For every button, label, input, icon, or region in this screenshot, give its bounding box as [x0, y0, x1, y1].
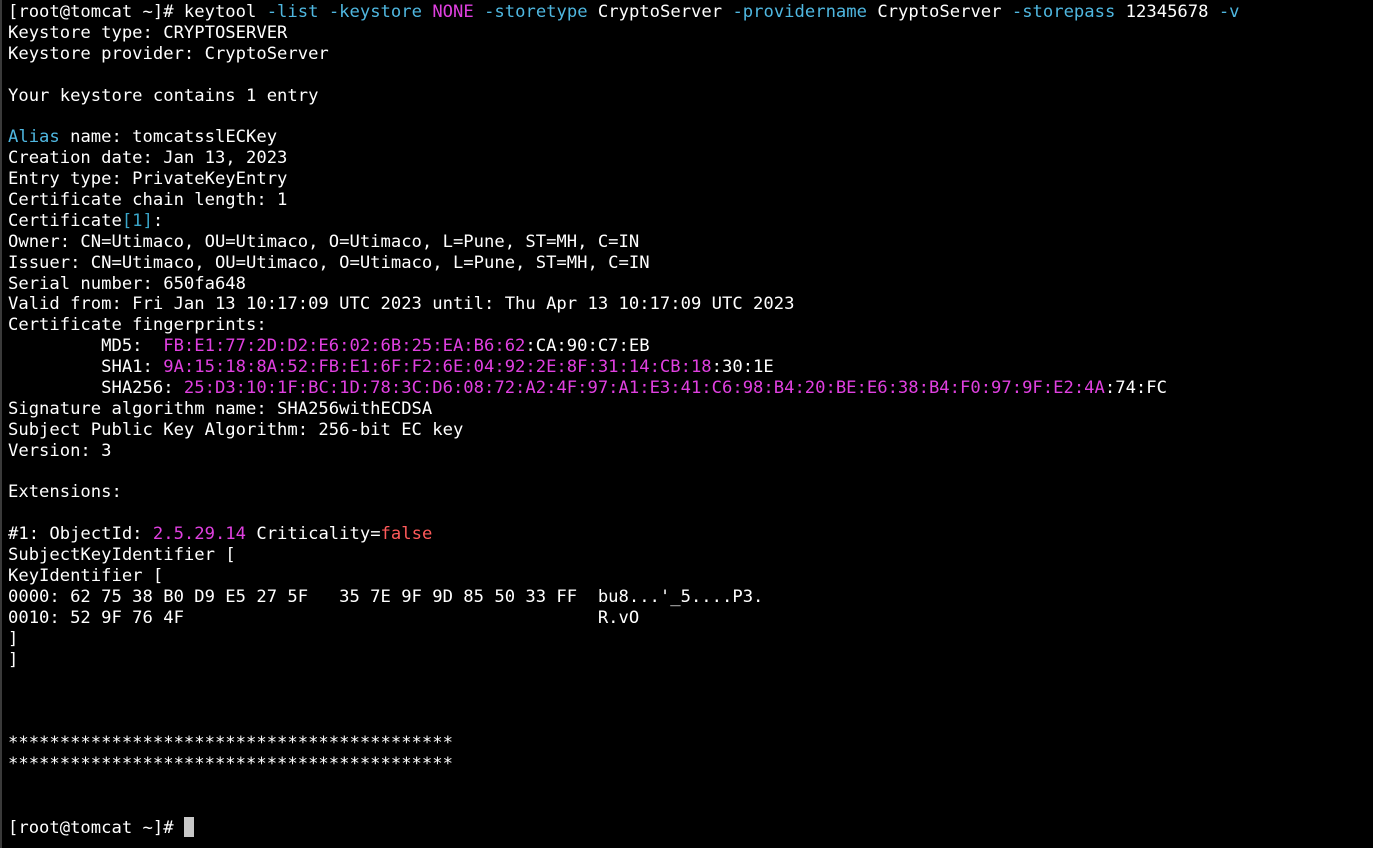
terminal-text: NONE: [432, 2, 474, 22]
terminal-line: ****************************************…: [8, 754, 1373, 775]
terminal-line: Issuer: CN=Utimaco, OU=Utimaco, O=Utimac…: [8, 253, 1373, 274]
terminal-text: Version: 3: [8, 440, 112, 461]
terminal-window[interactable]: [root@tomcat ~]# keytool -list -keystore…: [0, 0, 1373, 848]
text-cursor[interactable]: [183, 816, 194, 837]
terminal-line: Certificate[1]:: [8, 211, 1373, 232]
terminal-text: 9A:15:18:8A:52:FB:E1:6F:F2:6E:04:92:2E:8…: [163, 357, 712, 378]
terminal-line: SHA256: 25:D3:10:1F:BC:1D:78:3C:D6:08:72…: [8, 378, 1373, 399]
terminal-text: SubjectKeyIdentifier [: [8, 545, 236, 566]
prompt-line: [root@tomcat ~]#: [8, 816, 1373, 838]
terminal-text: 12345678: [1115, 2, 1219, 22]
terminal-line: ]: [8, 629, 1373, 650]
terminal-text: MD5:: [8, 336, 164, 357]
terminal-text: [1]: [121, 210, 153, 231]
terminal-text: FB:E1:77:2D:D2:E6:02:6B:25:EA:B6:62: [163, 336, 526, 357]
terminal-text: Signature algorithm name: SHA256withECDS…: [8, 398, 433, 419]
terminal-text: -v: [1218, 2, 1240, 22]
terminal-text: Extensions:: [8, 482, 122, 503]
terminal-text: 25:D3:10:1F:BC:1D:78:3C:D6:08:72:A2:4F:9…: [183, 378, 1105, 399]
terminal-line: 0010: 52 9F 76 4F R.vO: [8, 608, 1373, 629]
terminal-line: 0000: 62 75 38 B0 D9 E5 27 5F 35 7E 9F 9…: [8, 587, 1373, 608]
terminal-text: Criticality=: [246, 524, 381, 545]
terminal-line: Signature algorithm name: SHA256withECDS…: [8, 399, 1373, 420]
terminal-text: Alias: [8, 127, 60, 148]
terminal-text: Serial number: 650fa648: [8, 273, 246, 294]
terminal-line: Your keystore contains 1 entry: [8, 86, 1373, 107]
terminal-text: -storetype: [484, 2, 588, 22]
terminal-line: ]: [8, 650, 1373, 671]
terminal-line: Alias name: tomcatsslECKey: [8, 127, 1373, 148]
terminal-line: #1: ObjectId: 2.5.29.14 Criticality=fals…: [8, 524, 1373, 545]
terminal-text: Issuer: CN=Utimaco, OU=Utimaco, O=Utimac…: [8, 252, 650, 273]
terminal-text: 2.5.29.14: [152, 524, 247, 545]
terminal-text: [root@tomcat ~]#: [8, 817, 184, 838]
terminal-text: KeyIdentifier [: [8, 566, 164, 587]
terminal-line: [root@tomcat ~]# keytool -list -keystore…: [8, 2, 1373, 23]
terminal-text: 0000: 62 75 38 B0 D9 E5 27 5F 35 7E 9F 9…: [8, 586, 764, 607]
terminal-text: -storepass: [1011, 2, 1116, 22]
terminal-text: ****************************************…: [8, 733, 453, 754]
terminal-text: ]: [8, 628, 19, 649]
terminal-text: false: [380, 524, 433, 545]
terminal-text: -providername: [732, 2, 867, 22]
terminal-line: ****************************************…: [8, 733, 1373, 754]
terminal-text: Your keystore contains 1 entry: [8, 85, 319, 106]
terminal-line: Certificate fingerprints:: [8, 315, 1373, 336]
terminal-text: Entry type: PrivateKeyEntry: [8, 169, 288, 190]
terminal-text: SHA1:: [8, 357, 164, 378]
terminal-line: Keystore type: CRYPTOSERVER: [8, 23, 1373, 44]
terminal-text: ****************************************…: [8, 754, 453, 775]
terminal-text: :74:FC: [1104, 378, 1167, 399]
terminal-text: CryptoServer: [866, 2, 1012, 22]
terminal-line: Owner: CN=Utimaco, OU=Utimaco, O=Utimaco…: [8, 232, 1373, 253]
terminal-line: Certificate chain length: 1: [8, 190, 1373, 211]
terminal-line: Subject Public Key Algorithm: 256-bit EC…: [8, 420, 1373, 441]
terminal-text: :: [152, 210, 164, 231]
terminal-text: Keystore provider: CryptoServer: [8, 43, 329, 64]
terminal-text: Valid from: Fri Jan 13 10:17:09 UTC 2023…: [8, 294, 795, 315]
terminal-text: -keystore: [328, 2, 422, 22]
terminal-text: Creation date: Jan 13, 2023: [8, 148, 288, 169]
terminal-line: Valid from: Fri Jan 13 10:17:09 UTC 2023…: [8, 294, 1373, 315]
terminal-line: Creation date: Jan 13, 2023: [8, 148, 1373, 169]
terminal-line: KeyIdentifier [: [8, 566, 1373, 587]
terminal-line: Keystore provider: CryptoServer: [8, 44, 1373, 65]
terminal-text: Keystore type: CRYPTOSERVER: [8, 22, 288, 43]
terminal-line: Serial number: 650fa648: [8, 274, 1373, 295]
terminal-text: ]: [8, 649, 19, 670]
terminal-text: 0010: 52 9F 76 4F R.vO: [8, 607, 640, 628]
terminal-text: -list: [266, 2, 319, 22]
terminal-text: CryptoServer: [587, 2, 733, 22]
terminal-text: :30:1E: [711, 357, 774, 378]
terminal-text: Certificate chain length: 1: [8, 190, 288, 211]
terminal-text: name: tomcatsslECKey: [59, 127, 278, 148]
terminal-line: Entry type: PrivateKeyEntry: [8, 169, 1373, 190]
terminal-text: :CA:90:C7:EB: [525, 336, 650, 357]
terminal-text: Certificate fingerprints:: [8, 315, 267, 336]
terminal-text: #1: ObjectId:: [8, 524, 153, 545]
terminal-text: [root@tomcat ~]# keytool: [8, 2, 267, 22]
terminal-text: Owner: CN=Utimaco, OU=Utimaco, O=Utimaco…: [8, 231, 640, 252]
terminal-output: [root@tomcat ~]# keytool -list -keystore…: [8, 2, 1373, 838]
terminal-text: Subject Public Key Algorithm: 256-bit EC…: [8, 419, 464, 440]
terminal-line: SubjectKeyIdentifier [: [8, 545, 1373, 566]
terminal-line: SHA1: 9A:15:18:8A:52:FB:E1:6F:F2:6E:04:9…: [8, 357, 1373, 378]
terminal-line: Version: 3: [8, 441, 1373, 462]
terminal-text: Certificate: [8, 210, 122, 231]
terminal-line: Extensions:: [8, 482, 1373, 503]
terminal-text: SHA256:: [8, 378, 184, 399]
terminal-line: MD5: FB:E1:77:2D:D2:E6:02:6B:25:EA:B6:62…: [8, 336, 1373, 357]
